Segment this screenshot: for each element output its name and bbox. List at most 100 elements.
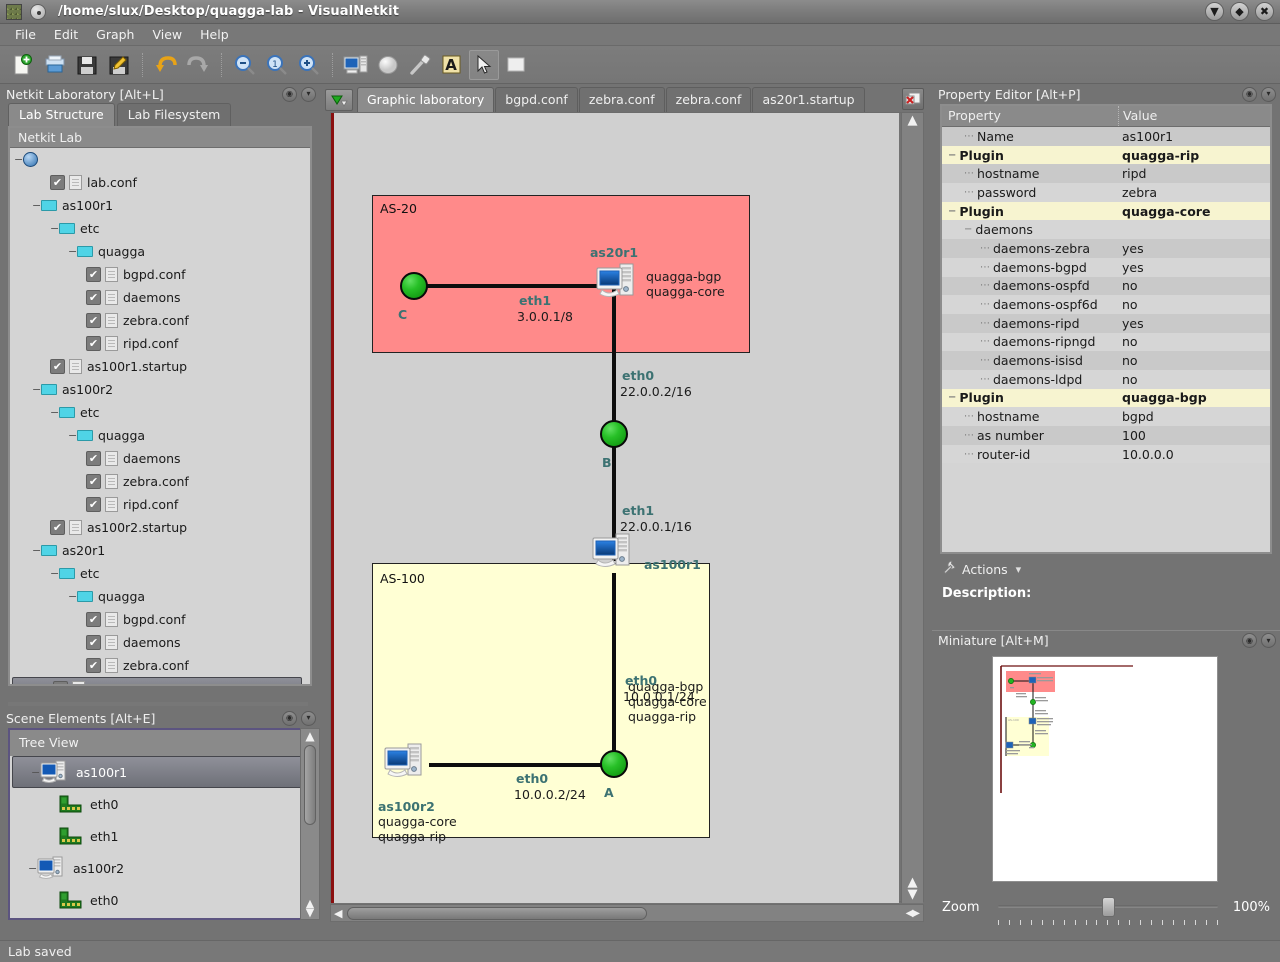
menu-graph[interactable]: Graph bbox=[87, 25, 143, 44]
property-expander[interactable]: − bbox=[948, 392, 956, 403]
chevron-down-icon[interactable]: ▾ bbox=[1016, 563, 1022, 576]
property-expander[interactable]: − bbox=[948, 150, 956, 161]
network-canvas[interactable]: AS-20 AS-100 C B A as20r1 quagga-bgp qua… bbox=[331, 113, 899, 903]
property-value-cell[interactable]: no bbox=[1118, 372, 1270, 387]
minimize-button[interactable]: ▼ bbox=[1205, 2, 1224, 21]
property-value-cell[interactable]: as100r1 bbox=[1118, 129, 1270, 144]
tree-expander[interactable]: − bbox=[28, 862, 37, 875]
property-row-plugin[interactable]: − Plugin quagga-core bbox=[942, 201, 1270, 221]
tree-checkbox[interactable]: ✔ bbox=[86, 451, 101, 466]
tree-expander[interactable]: − bbox=[68, 429, 77, 442]
property-value-cell[interactable]: 10.0.0.0 bbox=[1118, 447, 1270, 462]
machine-as100r1[interactable] bbox=[592, 533, 638, 571]
close-tab-icon[interactable] bbox=[902, 88, 924, 110]
lab-tree-row[interactable]: ✔ ripd.conf bbox=[10, 332, 310, 355]
canvas-scroll-down-icon[interactable]: ▲ ▼ bbox=[908, 876, 918, 901]
scene-machine-row[interactable]: − as100r1 bbox=[12, 756, 306, 788]
property-value-cell[interactable]: yes bbox=[1118, 316, 1270, 331]
property-row[interactable]: ⋯ Name as100r1 bbox=[942, 127, 1270, 146]
tab-as20r1-startup[interactable]: as20r1.startup bbox=[752, 87, 865, 112]
property-row[interactable]: ⋯ daemons-zebra yes bbox=[942, 239, 1270, 258]
scene-panel-close-icon[interactable]: ▾ bbox=[301, 710, 316, 726]
add-virtual-machine-icon[interactable] bbox=[341, 50, 371, 80]
lab-tree-row[interactable]: − quagga bbox=[10, 585, 310, 608]
property-expander[interactable]: − bbox=[948, 206, 956, 217]
tree-checkbox[interactable]: ✔ bbox=[86, 497, 101, 512]
lab-panel-float-icon[interactable]: ◉ bbox=[282, 86, 297, 102]
lab-tree-body[interactable]: − ✔ lab.conf − as100r1− etc − quagga ✔ bgpd.conf ✔… bbox=[10, 148, 310, 684]
property-row[interactable]: ⋯ daemons-ospf6d no bbox=[942, 295, 1270, 314]
lab-panel-close-icon[interactable]: ▾ bbox=[301, 86, 316, 102]
property-value-cell[interactable]: yes bbox=[1118, 241, 1270, 256]
property-row[interactable]: ⋯ password zebra bbox=[942, 183, 1270, 202]
lab-tree-row[interactable]: ✔ as100r2.startup bbox=[10, 516, 310, 539]
property-row[interactable]: − daemons bbox=[942, 220, 1270, 240]
actions-row[interactable]: Actions ▾ bbox=[942, 560, 1280, 578]
tab-lab-filesystem[interactable]: Lab Filesystem bbox=[116, 103, 232, 126]
miniature-close-icon[interactable]: ▾ bbox=[1261, 633, 1276, 648]
scene-interface-row[interactable]: eth1 bbox=[10, 820, 308, 852]
property-row[interactable]: ⋯ daemons-ospfd no bbox=[942, 276, 1270, 296]
lab-tree-row-selected[interactable]: ✔ as20r1.startup bbox=[12, 677, 302, 684]
property-row[interactable]: ⋯ daemons-ldpd no bbox=[942, 369, 1270, 389]
property-value-cell[interactable]: 100 bbox=[1118, 428, 1270, 443]
tree-checkbox[interactable]: ✔ bbox=[86, 658, 101, 673]
property-value-cell[interactable]: quagga-rip bbox=[1118, 148, 1270, 163]
lab-tree-row[interactable]: ✔ ripd.conf bbox=[10, 493, 310, 516]
tree-checkbox[interactable]: ✔ bbox=[86, 612, 101, 627]
lab-tree-row[interactable]: ✔ zebra.conf bbox=[10, 654, 310, 677]
canvas-scroll-left-icon[interactable]: ◀ bbox=[334, 907, 342, 920]
property-value-cell[interactable]: bgpd bbox=[1118, 409, 1270, 424]
scene-scroll-thumb[interactable] bbox=[304, 745, 316, 825]
tab-zebra-conf-1[interactable]: zebra.conf bbox=[578, 87, 665, 112]
zoom-in-icon[interactable] bbox=[294, 50, 324, 80]
lab-tree-row[interactable]: − as100r1 bbox=[10, 194, 310, 217]
tree-checkbox[interactable]: ✔ bbox=[50, 520, 65, 535]
lab-tree-row[interactable]: − quagga bbox=[10, 240, 310, 263]
tree-expander[interactable]: − bbox=[32, 544, 41, 557]
property-rows[interactable]: ⋯ Name as100r1− Plugin quagga-rip ⋯ hostname ri… bbox=[942, 127, 1270, 464]
left-splitter[interactable] bbox=[8, 702, 308, 706]
scene-panel-float-icon[interactable]: ◉ bbox=[282, 710, 297, 726]
add-text-icon[interactable]: A bbox=[437, 50, 467, 80]
property-row-plugin[interactable]: − Plugin quagga-rip bbox=[942, 145, 1270, 165]
tab-graphic-laboratory[interactable]: Graphic laboratory bbox=[357, 87, 495, 112]
tree-expander[interactable]: − bbox=[50, 222, 59, 235]
maximize-button[interactable]: ◆ bbox=[1230, 2, 1249, 21]
tab-lab-structure[interactable]: Lab Structure bbox=[8, 103, 115, 126]
select-pointer-icon[interactable] bbox=[469, 49, 499, 80]
tab-list-dropdown-icon[interactable] bbox=[325, 89, 353, 111]
tree-expander[interactable]: − bbox=[32, 383, 41, 396]
lab-tree-row[interactable]: ✔ daemons bbox=[10, 447, 310, 470]
property-value-cell[interactable]: no bbox=[1118, 297, 1270, 312]
property-value-cell[interactable]: no bbox=[1118, 353, 1270, 368]
collision-domain-a[interactable] bbox=[600, 750, 628, 778]
tree-checkbox[interactable]: ✔ bbox=[86, 635, 101, 650]
property-row[interactable]: ⋯ as number 100 bbox=[942, 426, 1270, 445]
lab-tree-row[interactable]: ✔ bgpd.conf bbox=[10, 608, 310, 631]
tree-expander[interactable]: − bbox=[14, 153, 23, 166]
undo-icon[interactable] bbox=[151, 50, 181, 80]
property-row[interactable]: ⋯ daemons-ripngd no bbox=[942, 332, 1270, 352]
zoom-slider[interactable] bbox=[998, 894, 1218, 925]
lab-tree-row[interactable]: ✔ as100r1.startup bbox=[10, 355, 310, 378]
lab-tree-row[interactable]: ✔ lab.conf bbox=[10, 171, 310, 194]
lab-tree-row[interactable]: − etc bbox=[10, 401, 310, 424]
property-row[interactable]: ⋯ hostname bgpd bbox=[942, 407, 1270, 426]
machine-as100r2[interactable] bbox=[384, 743, 430, 781]
collision-domain-c[interactable] bbox=[400, 272, 428, 300]
tree-expander[interactable]: − bbox=[32, 199, 41, 212]
lab-tree-row[interactable]: − quagga bbox=[10, 424, 310, 447]
canvas-scroll-right-icon[interactable]: ◀▶ bbox=[906, 908, 920, 919]
new-lab-icon[interactable] bbox=[8, 50, 38, 80]
property-row-plugin[interactable]: − Plugin quagga-bgp bbox=[942, 388, 1270, 408]
canvas-scroll-up-icon[interactable]: ▲ bbox=[908, 114, 918, 127]
scene-interface-row[interactable]: eth0 bbox=[10, 884, 308, 916]
tab-zebra-conf-2[interactable]: zebra.conf bbox=[665, 87, 752, 112]
tree-expander[interactable]: − bbox=[31, 766, 40, 779]
property-row[interactable]: ⋯ daemons-bgpd yes bbox=[942, 257, 1270, 277]
lab-tree-row[interactable]: ✔ daemons bbox=[10, 286, 310, 309]
property-value-cell[interactable]: no bbox=[1118, 334, 1270, 349]
tree-checkbox[interactable]: ✔ bbox=[86, 336, 101, 351]
tree-checkbox[interactable]: ✔ bbox=[53, 681, 68, 684]
